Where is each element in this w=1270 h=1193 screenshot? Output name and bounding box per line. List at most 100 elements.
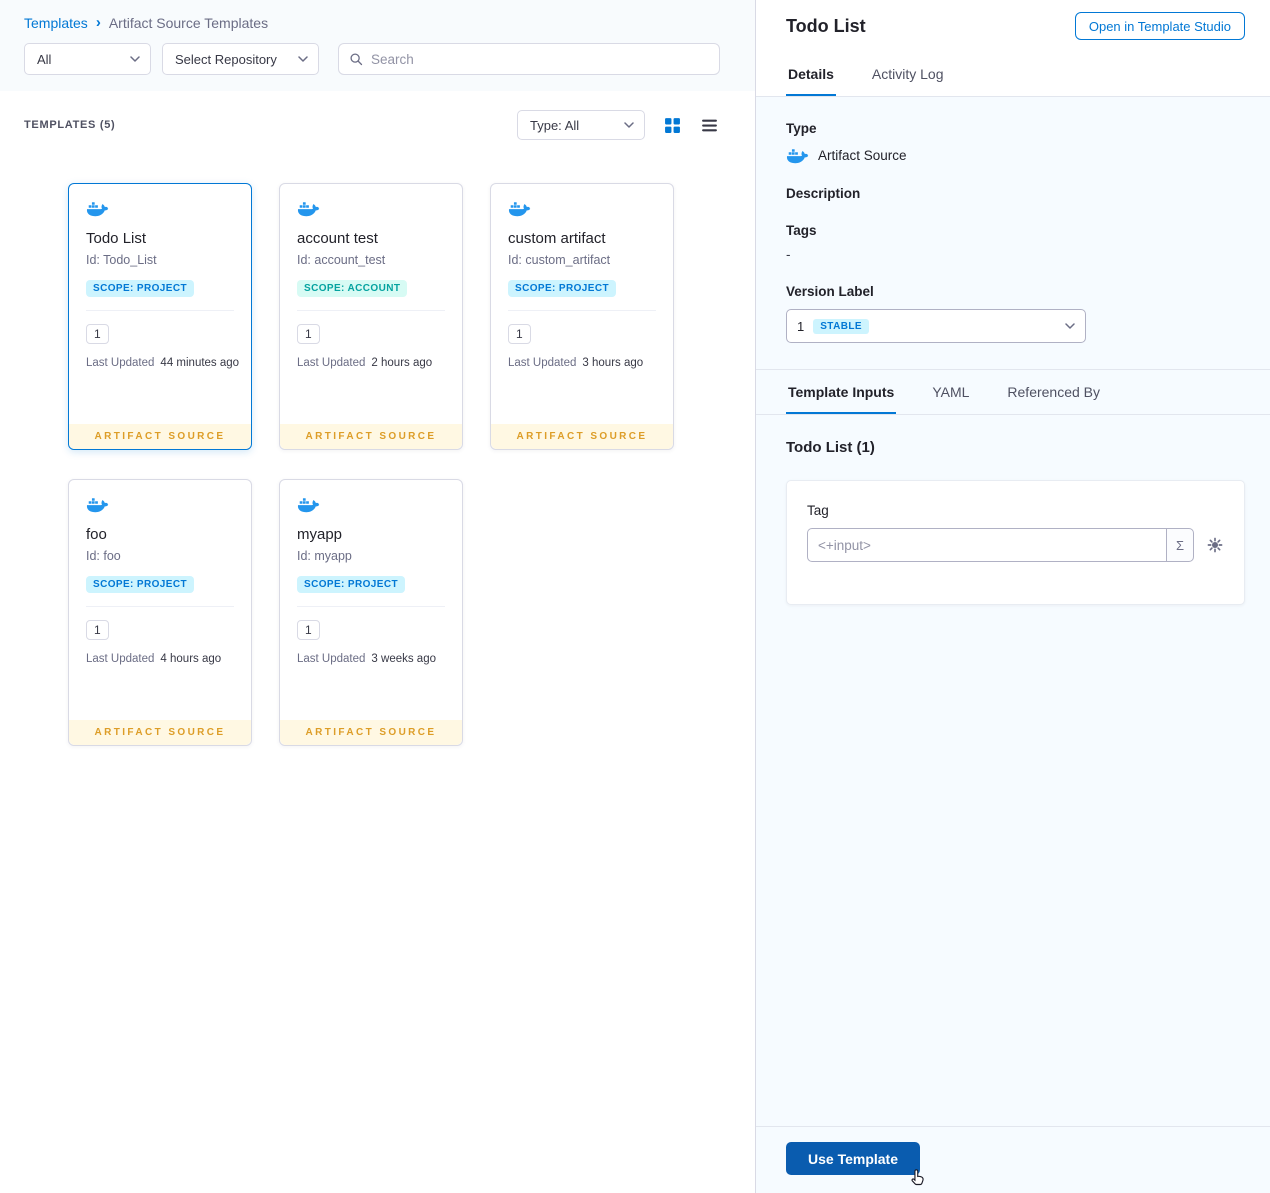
tag-input-group: Σ	[807, 528, 1194, 562]
last-updated-label: Last Updated	[297, 357, 366, 369]
last-updated-value: 44 minutes ago	[160, 357, 240, 369]
last-updated-value: 4 hours ago	[160, 653, 222, 665]
docker-icon	[297, 496, 320, 513]
template-id: Id: foo	[86, 549, 121, 563]
tag-input-row: Σ	[807, 528, 1224, 562]
template-name: myapp	[297, 526, 343, 543]
divider	[86, 310, 234, 311]
tag-label: Tag	[807, 503, 829, 518]
repository-filter-select[interactable]: Select Repository	[162, 43, 319, 75]
divider	[86, 606, 234, 607]
last-updated: Last Updated 4 hours ago	[86, 653, 234, 665]
list-view-icon	[701, 117, 718, 134]
divider	[508, 310, 656, 311]
template-name: account test	[297, 230, 378, 247]
search-box[interactable]	[338, 43, 720, 75]
version-count-badge: 1	[86, 324, 109, 344]
type-value-row: Artifact Source	[786, 147, 1240, 164]
list-view-button[interactable]	[699, 115, 719, 135]
template-cards-grid: Todo List Id: Todo_List SCOPE: PROJECT 1…	[0, 183, 755, 746]
search-icon	[349, 52, 363, 66]
breadcrumb-templates-link[interactable]: Templates	[24, 15, 88, 31]
template-type-footer: ARTIFACT SOURCE	[280, 424, 462, 449]
scope-filter-select[interactable]: All	[24, 43, 151, 75]
tags-label: Tags	[786, 223, 817, 238]
template-id: Id: account_test	[297, 253, 386, 267]
use-template-button[interactable]: Use Template	[786, 1142, 920, 1175]
list-header: TEMPLATES (5) Type: All	[0, 109, 755, 141]
templates-count-label: TEMPLATES (5)	[24, 119, 116, 131]
gear-icon[interactable]	[1206, 536, 1224, 554]
docker-icon	[786, 147, 809, 164]
chevron-down-icon	[1065, 323, 1075, 329]
template-list-pane: Templates › Artifact Source Templates Al…	[0, 0, 755, 1193]
repository-filter-value: Select Repository	[175, 51, 277, 67]
tag-input[interactable]	[807, 528, 1166, 562]
last-updated-label: Last Updated	[297, 653, 366, 665]
version-count-badge: 1	[297, 324, 320, 344]
last-updated: Last Updated 3 hours ago	[508, 357, 656, 369]
template-type-footer: ARTIFACT SOURCE	[69, 424, 251, 449]
list-header-controls: Type: All	[517, 110, 719, 140]
template-id: Id: custom_artifact	[508, 253, 611, 267]
tab-template-inputs[interactable]: Template Inputs	[786, 370, 897, 414]
expression-icon: Σ	[1175, 537, 1185, 553]
template-name: Todo List	[86, 230, 147, 247]
type-filter-select[interactable]: Type: All	[517, 110, 645, 140]
scope-badge: SCOPE: PROJECT	[86, 576, 194, 593]
breadcrumb-current: Artifact Source Templates	[108, 14, 269, 31]
scope-badge: SCOPE: PROJECT	[508, 280, 616, 297]
version-number: 1	[797, 318, 805, 334]
scope-badge: SCOPE: PROJECT	[297, 576, 405, 593]
type-filter-value: Type: All	[530, 117, 580, 133]
tag-input-card: Tag Σ	[786, 480, 1245, 605]
open-in-template-studio-button[interactable]: Open in Template Studio	[1074, 12, 1245, 40]
version-select[interactable]: 1 STABLE	[786, 309, 1086, 343]
chevron-down-icon	[298, 56, 308, 62]
inputs-section-title: Todo List (1)	[786, 439, 875, 456]
scope-badge: SCOPE: ACCOUNT	[297, 280, 408, 297]
docker-icon	[508, 200, 531, 217]
tags-value: -	[786, 247, 791, 262]
tab-yaml[interactable]: YAML	[930, 370, 971, 414]
last-updated-value: 2 hours ago	[371, 357, 433, 369]
grid-view-button[interactable]	[662, 115, 682, 135]
tab-activity-log[interactable]: Activity Log	[870, 52, 946, 96]
type-value: Artifact Source	[818, 148, 907, 163]
template-card-account-test[interactable]: account test Id: account_test SCOPE: ACC…	[279, 183, 463, 450]
chevron-down-icon	[130, 56, 140, 62]
template-card-todo-list[interactable]: Todo List Id: Todo_List SCOPE: PROJECT 1…	[68, 183, 252, 450]
panel-header: Todo List Open in Template Studio	[756, 0, 1270, 52]
docker-icon	[86, 496, 109, 513]
template-type-footer: ARTIFACT SOURCE	[280, 720, 462, 745]
search-input[interactable]	[371, 51, 709, 67]
last-updated: Last Updated 3 weeks ago	[297, 653, 445, 665]
version-count-badge: 1	[86, 620, 109, 640]
panel-footer: Use Template	[756, 1126, 1270, 1193]
expression-button[interactable]: Σ	[1166, 528, 1194, 562]
filter-row: All Select Repository	[24, 43, 731, 75]
template-id: Id: myapp	[297, 549, 352, 563]
template-card-foo[interactable]: foo Id: foo SCOPE: PROJECT 1 Last Update…	[68, 479, 252, 746]
grid-view-icon	[664, 117, 681, 134]
breadcrumb: Templates › Artifact Source Templates	[24, 14, 731, 31]
details-section: Type Artifact Source Description Tags - …	[756, 97, 1270, 370]
description-label: Description	[786, 186, 861, 201]
template-name: foo	[86, 526, 107, 543]
version-label: Version Label	[786, 284, 874, 299]
chevron-down-icon	[624, 122, 634, 128]
last-updated: Last Updated 44 minutes ago	[86, 357, 239, 369]
last-updated-label: Last Updated	[86, 653, 155, 665]
last-updated-label: Last Updated	[508, 357, 577, 369]
last-updated-label: Last Updated	[86, 357, 155, 369]
tab-details[interactable]: Details	[786, 52, 836, 96]
stable-badge: STABLE	[813, 318, 869, 334]
version-count-badge: 1	[508, 324, 531, 344]
panel-title: Todo List	[786, 15, 866, 36]
scope-filter-value: All	[37, 51, 52, 67]
tab-referenced-by[interactable]: Referenced By	[1005, 370, 1102, 414]
template-card-myapp[interactable]: myapp Id: myapp SCOPE: PROJECT 1 Last Up…	[279, 479, 463, 746]
template-card-custom-artifact[interactable]: custom artifact Id: custom_artifact SCOP…	[490, 183, 674, 450]
template-name: custom artifact	[508, 230, 606, 247]
version-count-badge: 1	[297, 620, 320, 640]
